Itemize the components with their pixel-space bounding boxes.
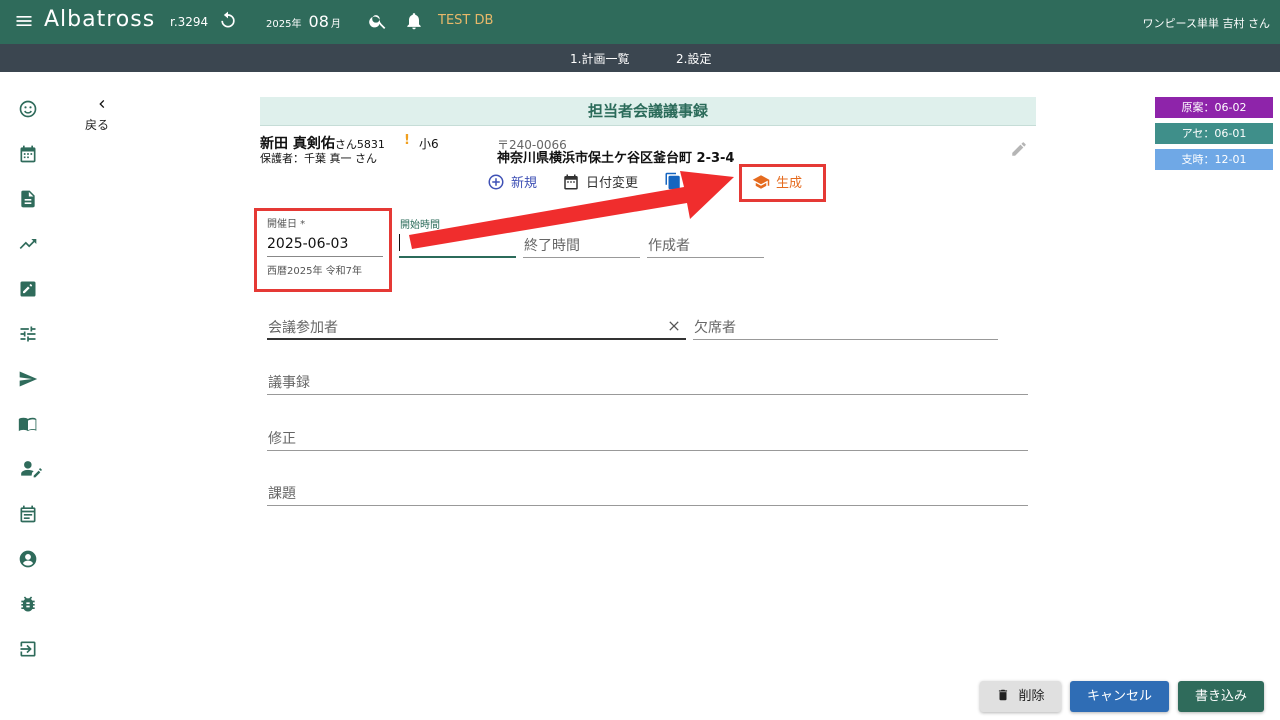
- revision-label: r.3294: [170, 15, 209, 29]
- address: 神奈川県横浜市保土ケ谷区釜台町 2-3-4: [497, 151, 735, 166]
- date-underline: [267, 256, 383, 257]
- absentees-underline: [693, 339, 998, 340]
- issues-underline: [267, 505, 1028, 506]
- trash-icon: [999, 689, 1008, 701]
- status-chip-draft[interactable]: 原案：06-02: [1155, 97, 1273, 118]
- calendar-icon: [564, 174, 578, 190]
- nav-plan-list[interactable]: 1.計画一覧: [570, 50, 629, 67]
- meeting-date-input[interactable]: 2025-06-03: [267, 236, 348, 252]
- absentees-input[interactable]: 欠席者: [694, 317, 736, 337]
- calendar-icon[interactable]: [18, 144, 38, 164]
- author-input[interactable]: 作成者: [648, 235, 690, 255]
- year-value: 2025: [266, 19, 292, 30]
- revision-underline: [267, 450, 1028, 451]
- change-date-label: 日付変更: [586, 176, 639, 191]
- issues-input[interactable]: 課題: [268, 483, 296, 503]
- author-underline: [647, 257, 764, 258]
- bell-icon[interactable]: [404, 11, 424, 31]
- month-unit: 月: [330, 19, 341, 30]
- bug-icon[interactable]: [18, 594, 38, 614]
- start-time-label: 開始時間: [400, 220, 440, 231]
- copy-icon: [665, 172, 680, 190]
- delete-button[interactable]: 削除: [980, 681, 1061, 712]
- account-circle-icon[interactable]: [18, 549, 38, 569]
- add-circle-icon: [488, 174, 504, 190]
- event-icon[interactable]: [18, 504, 38, 524]
- new-label: 新規: [511, 176, 538, 191]
- search-icon[interactable]: [368, 11, 388, 31]
- guardian-info: 保護者：千葉 真一 さん: [260, 152, 377, 165]
- database-name: TEST DB: [438, 13, 494, 28]
- minutes-input[interactable]: 議事録: [268, 372, 310, 392]
- tune-icon[interactable]: [18, 324, 38, 344]
- cancel-button[interactable]: キャンセル: [1070, 681, 1169, 712]
- page-title: 担当者会議議事録: [587, 102, 708, 120]
- back-label: 戻る: [84, 118, 109, 132]
- start-time-input[interactable]: [399, 256, 516, 258]
- generate-highlight-box: [739, 164, 826, 202]
- minutes-underline: [267, 394, 1028, 395]
- page-header: 担当者会議議事録: [260, 97, 1036, 126]
- new-button[interactable]: 新規: [487, 172, 537, 192]
- document-icon[interactable]: [18, 189, 38, 209]
- participants-underline: [267, 338, 686, 340]
- status-chip-assessment[interactable]: アセ：06-01: [1155, 123, 1273, 144]
- face-icon[interactable]: [18, 99, 38, 119]
- logout-icon[interactable]: [18, 639, 38, 659]
- month-value: 08: [308, 12, 329, 31]
- meeting-date-label: 開催日 *: [267, 219, 306, 230]
- year-unit: 年: [291, 19, 302, 30]
- edit-note-icon[interactable]: [18, 279, 38, 299]
- save-button[interactable]: 書き込み: [1178, 681, 1264, 712]
- back-button[interactable]: 戻る: [82, 94, 122, 138]
- person-edit-icon[interactable]: [18, 459, 46, 479]
- send-icon[interactable]: [18, 369, 38, 389]
- end-time-input[interactable]: 終了時間: [524, 235, 580, 255]
- delete-label: 削除: [1018, 689, 1045, 704]
- app-name: Albatross: [44, 7, 156, 32]
- trend-icon[interactable]: [18, 234, 38, 254]
- text-cursor: [399, 234, 400, 251]
- status-chip-support[interactable]: 支時：12-01: [1155, 149, 1273, 170]
- date-era-hint: 西暦2025年 令和7年: [267, 266, 362, 277]
- change-date-button[interactable]: 日付変更: [562, 172, 638, 192]
- patient-grade: 小6: [419, 137, 439, 151]
- end-time-underline: [523, 257, 640, 258]
- year-month-selector[interactable]: 2025年 08 月: [266, 12, 341, 31]
- clear-icon[interactable]: [666, 318, 682, 334]
- revision-input[interactable]: 修正: [268, 428, 296, 448]
- warning-mark: !: [404, 133, 410, 148]
- nav-settings[interactable]: 2.設定: [676, 50, 711, 67]
- pencil-icon[interactable]: [1010, 140, 1028, 158]
- participants-input[interactable]: 会議参加者: [268, 317, 338, 337]
- chevron-left-icon: [99, 100, 105, 108]
- top-app-bar: Albatross r.3294 2025年 08 月 TEST DB ワンピース…: [0, 0, 1280, 44]
- refresh-icon[interactable]: [218, 10, 238, 30]
- book-icon[interactable]: [18, 414, 38, 434]
- user-name[interactable]: ワンピース単単 吉村 さん: [1143, 15, 1270, 31]
- sub-navigation: 1.計画一覧 2.設定: [0, 44, 1280, 72]
- copy-button[interactable]: [664, 172, 688, 192]
- menu-icon[interactable]: [14, 11, 34, 31]
